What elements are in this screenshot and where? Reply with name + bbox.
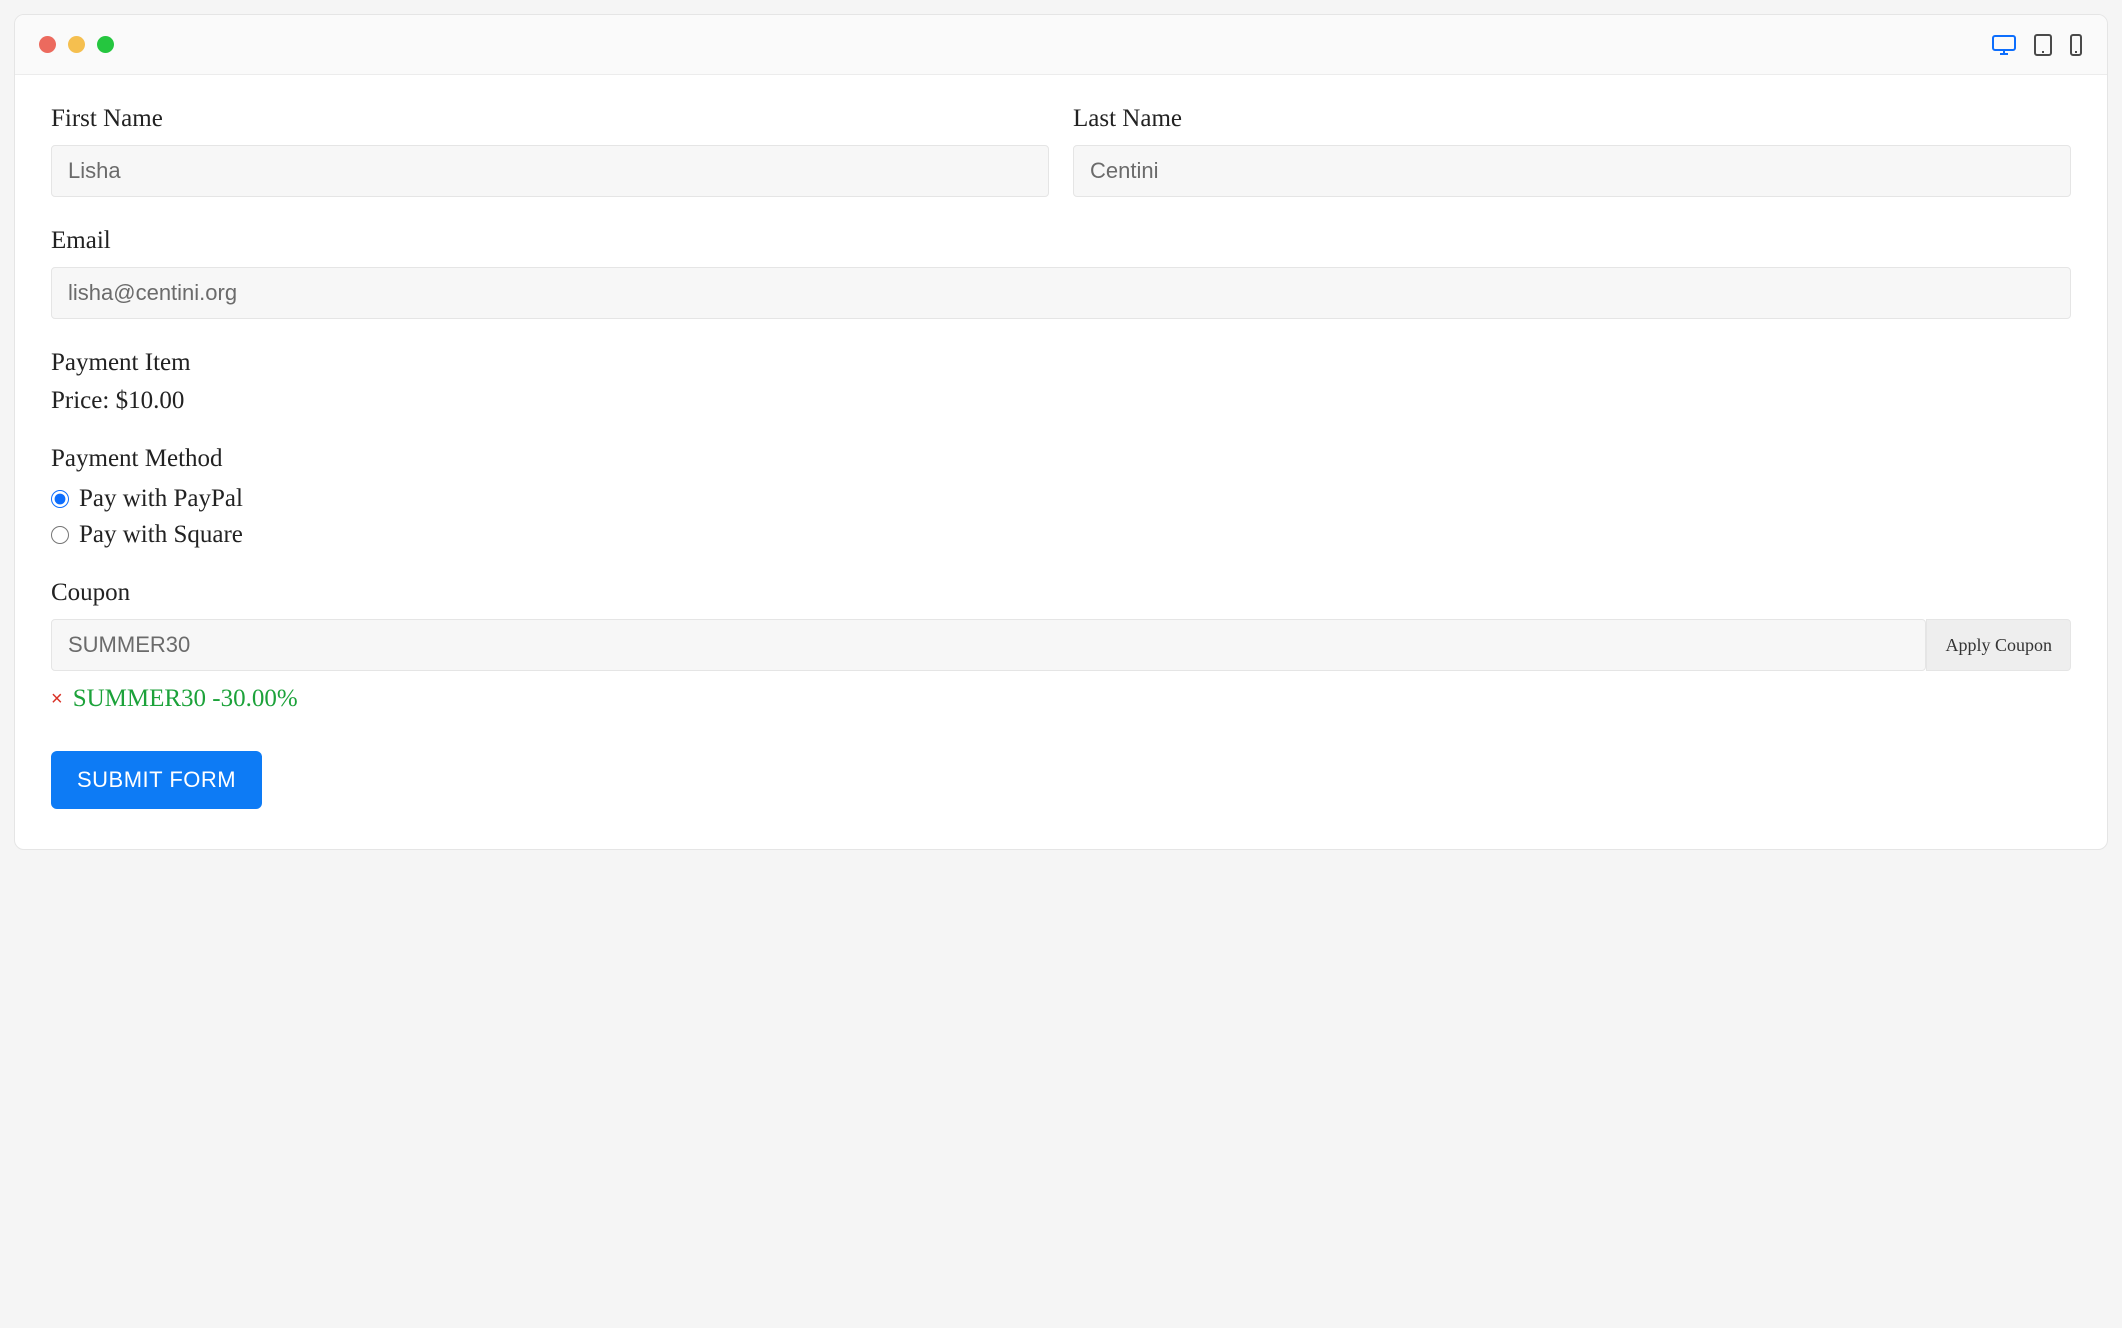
- submit-button[interactable]: SUBMIT FORM: [51, 751, 262, 809]
- payment-option-square[interactable]: Pay with Square: [51, 521, 2071, 549]
- payment-item-price: Price: $10.00: [51, 387, 2071, 415]
- payment-method-heading: Payment Method: [51, 445, 2071, 473]
- mobile-preview-icon[interactable]: [2069, 33, 2083, 57]
- coupon-input[interactable]: [51, 619, 1926, 671]
- apply-coupon-button[interactable]: Apply Coupon: [1926, 619, 2071, 671]
- email-input[interactable]: [51, 267, 2071, 319]
- applied-coupon-text: SUMMER30 -30.00%: [73, 685, 298, 713]
- last-name-input[interactable]: [1073, 145, 2071, 197]
- desktop-preview-icon[interactable]: [1991, 34, 2017, 56]
- payment-option-square-label: Pay with Square: [79, 521, 243, 549]
- window-traffic-lights: [39, 36, 114, 53]
- email-label: Email: [51, 227, 2071, 255]
- payment-radio-paypal[interactable]: [51, 490, 69, 508]
- last-name-label: Last Name: [1073, 105, 2071, 133]
- window-zoom-icon[interactable]: [97, 36, 114, 53]
- remove-coupon-icon[interactable]: ×: [51, 689, 63, 709]
- tablet-preview-icon[interactable]: [2033, 33, 2053, 57]
- payment-option-paypal-label: Pay with PayPal: [79, 485, 243, 513]
- preview-window: First Name Last Name Email Payment Item …: [14, 14, 2108, 850]
- coupon-label: Coupon: [51, 579, 2071, 607]
- window-minimize-icon[interactable]: [68, 36, 85, 53]
- payment-radio-square[interactable]: [51, 526, 69, 544]
- window-close-icon[interactable]: [39, 36, 56, 53]
- device-preview-switcher: [1991, 33, 2083, 57]
- form-body: First Name Last Name Email Payment Item …: [15, 75, 2107, 849]
- payment-option-paypal[interactable]: Pay with PayPal: [51, 485, 2071, 513]
- window-titlebar: [15, 15, 2107, 75]
- first-name-label: First Name: [51, 105, 1049, 133]
- first-name-input[interactable]: [51, 145, 1049, 197]
- payment-item-heading: Payment Item: [51, 349, 2071, 377]
